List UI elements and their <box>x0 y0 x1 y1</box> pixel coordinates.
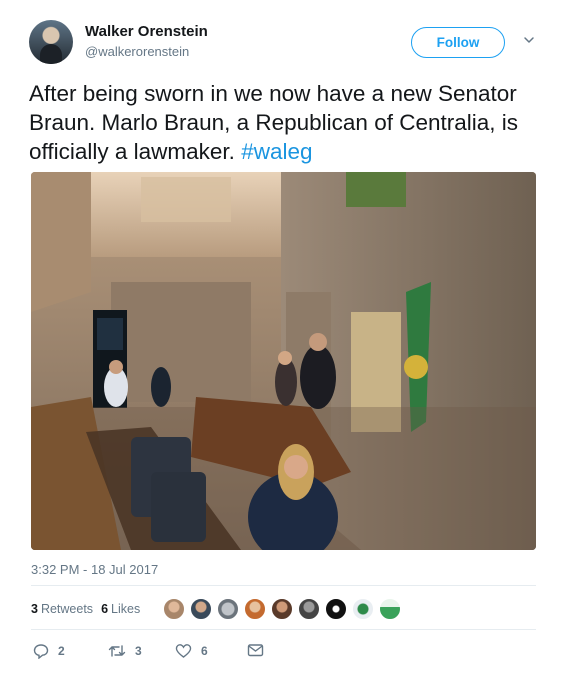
tweet-text: After being sworn in we now have a new S… <box>29 79 539 166</box>
retweets-label: Retweets <box>40 602 94 616</box>
tweet-photo[interactable] <box>31 172 536 550</box>
divider <box>31 629 536 630</box>
direct-message-button[interactable] <box>247 643 264 657</box>
liker-avatar[interactable] <box>271 598 293 620</box>
reply-icon <box>33 644 49 659</box>
author-handle[interactable]: @walkerorenstein <box>85 44 189 59</box>
liker-avatar[interactable] <box>325 598 347 620</box>
tweet-actions: 2 3 6 <box>31 643 291 661</box>
liker-avatars <box>163 598 406 620</box>
liker-avatar[interactable] <box>379 598 401 620</box>
reply-count: 2 <box>58 644 65 658</box>
reply-button[interactable]: 2 <box>33 643 65 659</box>
liker-avatar[interactable] <box>217 598 239 620</box>
liker-avatar[interactable] <box>163 598 185 620</box>
heart-icon <box>175 644 192 658</box>
liker-avatar[interactable] <box>352 598 374 620</box>
hashtag-link[interactable]: #waleg <box>241 139 312 164</box>
divider <box>31 585 536 586</box>
retweets-stat[interactable]: 3 Retweets <box>31 602 93 616</box>
tweet-stats: 3 Retweets 6 Likes <box>31 596 148 622</box>
retweet-icon <box>108 645 126 657</box>
retweets-count: 3 <box>31 602 38 616</box>
senate-chamber-photo <box>31 172 536 550</box>
liker-avatar[interactable] <box>298 598 320 620</box>
retweet-count: 3 <box>135 644 142 658</box>
likes-stat[interactable]: 6 Likes <box>101 602 140 616</box>
like-button[interactable]: 6 <box>175 643 208 659</box>
tweet-timestamp[interactable]: 3:32 PM - 18 Jul 2017 <box>31 562 158 577</box>
follow-button[interactable]: Follow <box>411 27 505 58</box>
likes-count: 6 <box>101 602 109 616</box>
tweet-header: Walker Orenstein @walkerorenstein Follow <box>29 20 539 66</box>
likes-label: Likes <box>111 602 141 616</box>
envelope-icon <box>247 644 264 657</box>
retweet-button[interactable]: 3 <box>108 643 142 659</box>
like-count: 6 <box>201 644 208 658</box>
author-name[interactable]: Walker Orenstein <box>85 23 208 40</box>
liker-avatar[interactable] <box>244 598 266 620</box>
author-avatar[interactable] <box>29 20 73 64</box>
chevron-down-icon[interactable] <box>523 34 535 46</box>
liker-avatar[interactable] <box>190 598 212 620</box>
